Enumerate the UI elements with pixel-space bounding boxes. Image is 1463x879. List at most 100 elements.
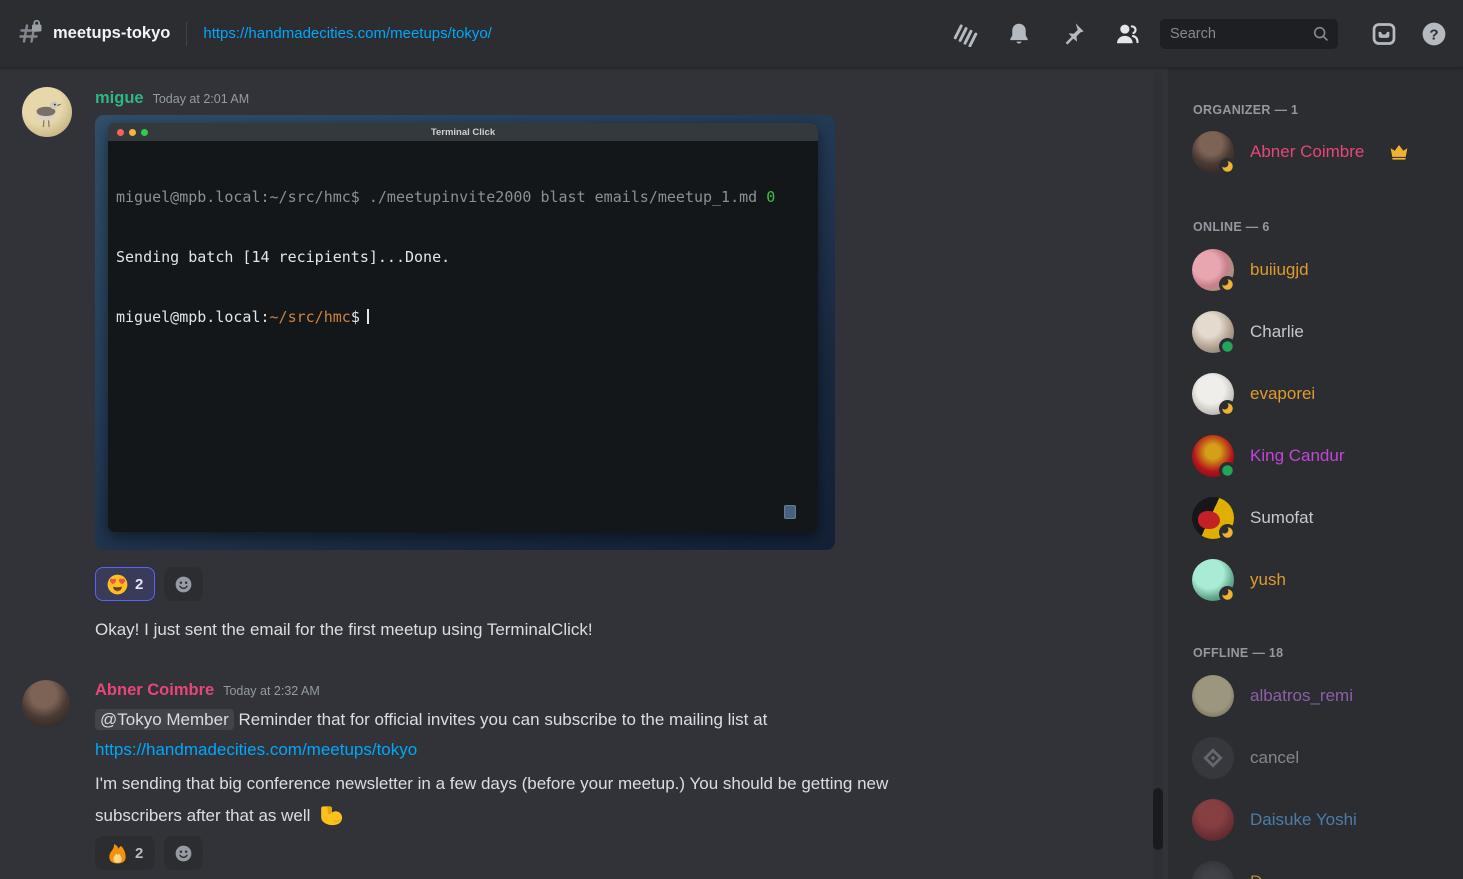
avatar [1192,799,1234,841]
reactions-row: 2 [95,567,203,601]
message-text: @Tokyo Member Reminder that for official… [95,708,767,732]
terminal-line-output: Sending batch [14 recipients]...Done. [116,248,450,266]
member-row-buiiugjd[interactable]: buiiugjd [1168,249,1463,291]
avatar [1192,249,1234,291]
heart-eyes-emoji-icon [107,574,128,595]
message-header: migue Today at 2:01 AM [95,89,249,108]
add-reaction-button[interactable] [164,836,203,870]
avatar [1192,675,1234,717]
member-name: buiiugjd [1250,260,1309,280]
member-list-sidebar: ORGANIZER — 1 Abner Coimbre ONLINE — 6 b… [1168,68,1463,879]
avatar [1192,737,1234,779]
terminal-prompt-symbol: $ [351,308,360,326]
message-author[interactable]: Abner Coimbre [95,681,214,700]
member-row-partial[interactable]: D [1168,861,1463,879]
header-divider [186,22,187,46]
avatar [1192,559,1234,601]
add-reaction-icon [173,843,194,864]
status-idle-icon [1219,276,1236,293]
avatar-migue[interactable] [22,87,72,137]
member-row-king-candur[interactable]: King Candur [1168,435,1463,477]
reaction-fire[interactable]: 2 [95,836,155,870]
member-name: Sumofat [1250,508,1313,528]
terminal-exit-status: 0 [766,188,775,206]
message-line: subscribers after that as well [95,806,310,825]
member-name: Daisuke Yoshi [1250,810,1357,830]
bird-avatar-image [22,87,72,137]
reaction-count: 2 [135,576,143,593]
member-row-abner-coimbre[interactable]: Abner Coimbre [1168,131,1463,173]
avatar [1192,131,1234,173]
message-text: I'm sending that big conference newslett… [95,772,888,796]
avatar [1192,497,1234,539]
terminal-window: Terminal Click miguel@mpb.local:~/src/hm… [108,123,818,532]
terminal-line-command: miguel@mpb.local:~/src/hmc$ ./meetupinvi… [116,188,757,206]
terminal-screenshot-attachment[interactable]: Terminal Click miguel@mpb.local:~/src/hm… [95,115,835,550]
message-text: https://handmadecities.com/meetups/tokyo [95,738,417,762]
search-icon [1312,25,1330,43]
svg-text:?: ? [1429,26,1438,43]
terminal-prompt-user: miguel@mpb.local: [116,308,270,326]
status-idle-icon [1219,158,1236,175]
channel-header: meetups-tokyo https://handmadecities.com… [0,0,1463,68]
search-input[interactable] [1160,26,1300,42]
discord-app: meetups-tokyo https://handmadecities.com… [0,0,1463,879]
member-name: D [1250,872,1262,879]
add-reaction-button[interactable] [164,567,203,601]
pin-icon[interactable] [1060,21,1086,47]
member-row-sumofat[interactable]: Sumofat [1168,497,1463,539]
member-row-cancel[interactable]: cancel [1168,737,1463,779]
status-idle-icon [1219,524,1236,541]
member-section-online: ONLINE — 6 [1193,220,1270,234]
member-name: yush [1250,570,1286,590]
terminal-titlebar: Terminal Click [108,123,818,141]
member-section-offline: OFFLINE — 18 [1193,646,1283,660]
reaction-heart-eyes[interactable]: 2 [95,567,155,601]
status-online-icon [1219,338,1236,355]
role-mention[interactable]: @Tokyo Member [95,709,234,730]
member-row-daisuke-yoshi[interactable]: Daisuke Yoshi [1168,799,1463,841]
member-row-charlie[interactable]: Charlie [1168,311,1463,353]
threads-icon[interactable] [952,21,978,47]
message-text: Okay! I just sent the email for the firs… [95,618,593,642]
search-box [1160,19,1338,49]
terminal-body: miguel@mpb.local:~/src/hmc$ ./meetupinvi… [108,141,818,532]
message-text: subscribers after that as well [95,802,345,828]
terminal-cursor [367,309,369,324]
message-line: Reminder that for official invites you c… [238,710,767,729]
diamond-logo-icon [1200,745,1226,771]
status-idle-icon [1219,586,1236,603]
message-author[interactable]: migue [95,89,144,108]
mailing-list-link[interactable]: https://handmadecities.com/meetups/tokyo [95,740,417,759]
channel-topic-link[interactable]: https://handmadecities.com/meetups/tokyo… [203,25,491,42]
member-row-evaporei[interactable]: evaporei [1168,373,1463,415]
fire-emoji-icon [107,843,128,864]
reaction-count: 2 [135,845,143,862]
status-online-icon [1219,462,1236,479]
inbox-icon[interactable] [1371,21,1397,47]
member-name: King Candur [1250,446,1345,466]
terminal-prompt-path: ~/src/hmc [270,308,351,326]
owner-crown-icon [1389,142,1409,162]
member-name: Charlie [1250,322,1304,342]
message-list: migue Today at 2:01 AM Terminal Click mi… [0,68,1168,879]
member-list-icon[interactable] [1114,21,1140,47]
avatar [1192,861,1234,879]
terminal-scroll-indicator [784,505,796,519]
member-name: cancel [1250,748,1299,768]
avatar [1192,435,1234,477]
reactions-row: 2 [95,836,203,870]
chat-scrollbar-thumb[interactable] [1153,788,1163,850]
message-header: Abner Coimbre Today at 2:32 AM [95,681,320,700]
help-icon[interactable]: ? [1421,21,1447,47]
avatar-abner-coimbre[interactable] [22,680,70,728]
channel-name: meetups-tokyo [53,24,170,43]
member-row-albatros-remi[interactable]: albatros_remi [1168,675,1463,717]
member-section-organizer: ORGANIZER — 1 [1193,103,1298,117]
channel-hash-lock-icon [16,20,43,47]
member-row-yush[interactable]: yush [1168,559,1463,601]
member-name: Abner Coimbre [1250,142,1364,162]
message-timestamp: Today at 2:32 AM [223,684,320,698]
notifications-bell-icon[interactable] [1006,21,1032,47]
status-idle-icon [1219,400,1236,417]
